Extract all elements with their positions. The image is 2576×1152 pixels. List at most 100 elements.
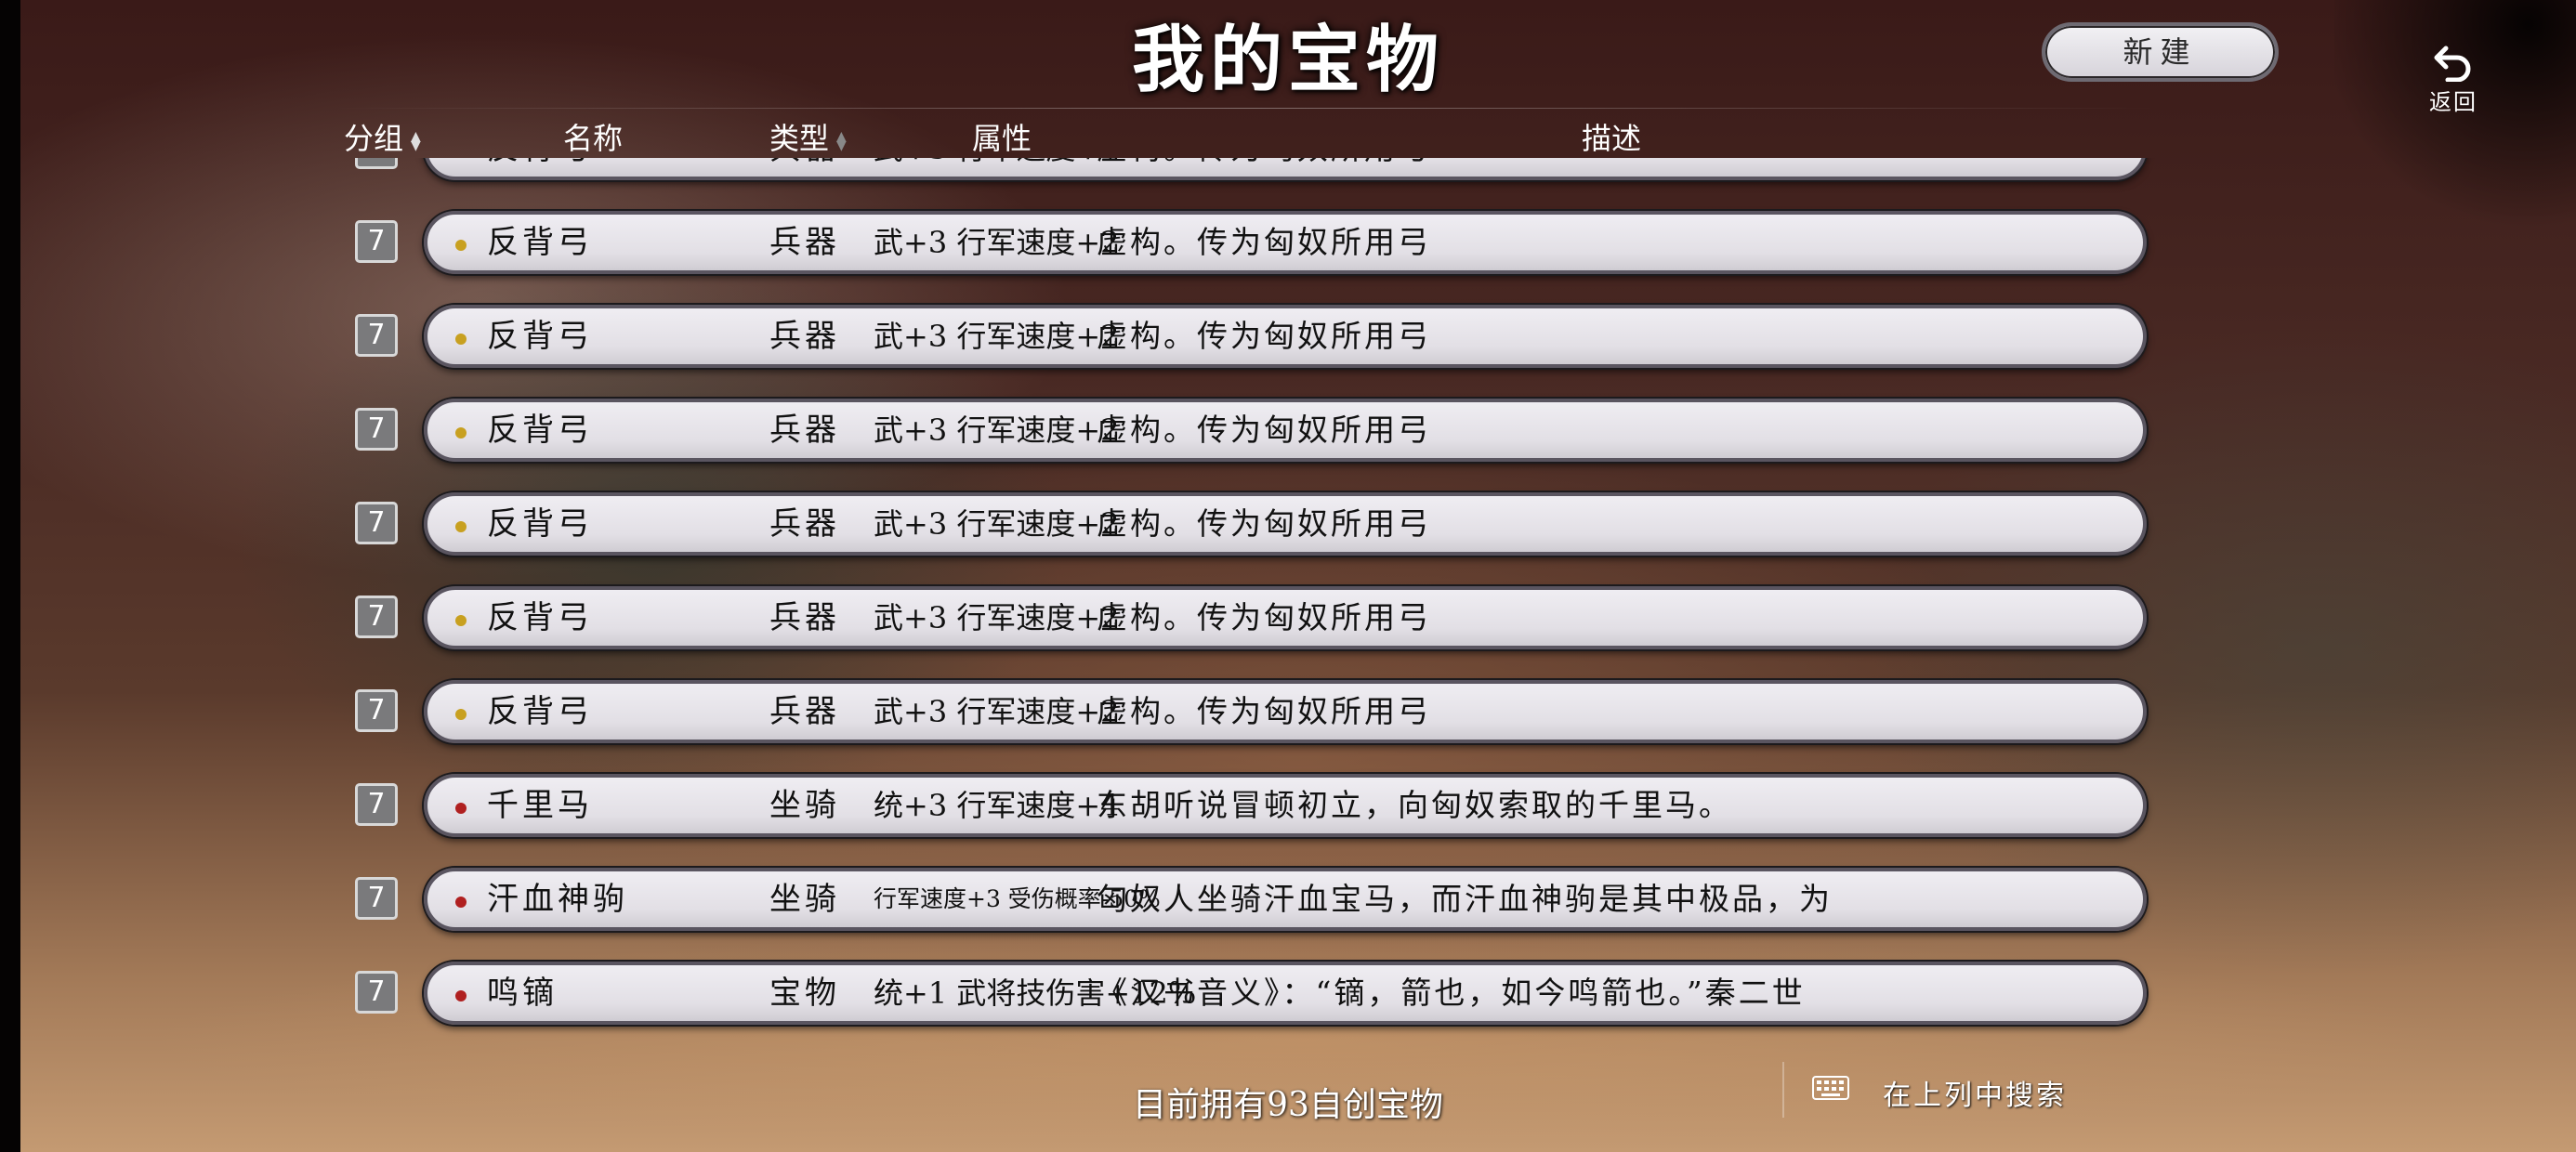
treasure-row[interactable]: 7 汗血神驹 坐骑 行军速度+3 受伤概率-50% 匈奴人坐骑汗血宝马，而汗血神驹是其中… — [335, 853, 2165, 947]
treasure-row[interactable]: 7 反背弓 兵器武+3 行军速度+2虚构。传为匈奴所用弓 — [335, 384, 2165, 478]
header-desc: 描述 — [1582, 121, 1642, 156]
item-description: 《汉书音义》：“镝，箭也，如今鸣箭也。”秦二世 — [1097, 975, 1806, 1011]
group-badge[interactable]: 7 — [355, 596, 398, 638]
item-name: 反背弓 — [487, 599, 593, 636]
item-description: 匈奴人坐骑汗血宝马，而汗血神驹是其中极品，为 — [1097, 881, 1833, 917]
rarity-dot — [455, 240, 467, 251]
treasure-item[interactable]: 千里马 坐骑 统+3 行军速度+4 东胡听说冒顿初立，向匈奴索取的千里马。 — [424, 774, 2147, 837]
treasure-count: 目前拥有93自创宝物 — [1133, 1086, 1443, 1124]
item-name: 汗血神驹 — [487, 881, 628, 918]
treasure-item[interactable]: 汗血神驹 坐骑 行军速度+3 受伤概率-50% 匈奴人坐骑汗血宝马，而汗血神驹是其中极… — [424, 868, 2147, 931]
header-group[interactable]: 分组 ▲ ▼ — [344, 115, 421, 158]
back-arrow-icon — [2434, 46, 2471, 82]
back-button[interactable]: 返回 — [2407, 37, 2500, 130]
item-description: 虚构。传为匈奴所用弓 — [1097, 599, 1431, 635]
treasure-row[interactable]: 7 反背弓 兵器 武+3 行军速度+2虚构。传为匈奴所用弓 — [335, 158, 2165, 196]
treasure-row[interactable]: 7 鸣镝 宝物 统+1 武将技伤害+12% 《汉书音义》：“镝，箭也，如今鸣箭也。”秦二… — [335, 947, 2165, 1041]
group-badge[interactable]: 7 — [355, 689, 398, 732]
header-type[interactable]: 类型 ▲ ▼ — [769, 115, 847, 158]
item-type: 兵器 — [769, 224, 840, 261]
item-name: 千里马 — [487, 787, 593, 824]
item-description: 虚构。传为匈奴所用弓 — [1097, 158, 2082, 177]
treasure-item[interactable]: 反背弓 兵器武+3 行军速度+2虚构。传为匈奴所用弓 — [424, 586, 2147, 649]
treasure-row[interactable]: 7 反背弓 兵器武+3 行军速度+2虚构。传为匈奴所用弓 — [335, 478, 2165, 571]
item-name: 反背弓 — [487, 224, 593, 261]
item-attributes: 武+3 行军速度+2 — [874, 225, 1120, 260]
search-label: 在上列中搜索 — [1883, 1080, 2067, 1112]
item-attributes: 武+3 行军速度+2 — [874, 600, 1120, 635]
treasure-item[interactable]: 反背弓 兵器武+3 行军速度+2虚构。传为匈奴所用弓 — [424, 492, 2147, 556]
treasure-row[interactable]: 7 反背弓 兵器武+3 行军速度+2虚构。传为匈奴所用弓 — [335, 290, 2165, 384]
item-description: 虚构。传为匈奴所用弓 — [1097, 318, 1431, 354]
item-type: 兵器 — [769, 412, 840, 449]
treasure-list-inner: 7 反背弓 兵器 武+3 行军速度+2 虚构。传为匈奴所用弓 7 反背弓 兵器 武+3 行军速度… — [335, 158, 2165, 1041]
header-group-label: 分组 — [344, 121, 404, 156]
group-badge[interactable]: 7 — [355, 783, 398, 826]
treasure-list[interactable]: 7 反背弓 兵器 武+3 行军速度+2 虚构。传为匈奴所用弓 7 反背弓 兵器 武+3 行军速度… — [335, 158, 2165, 1041]
treasure-item[interactable]: 反背弓 兵器武+3 行军速度+2虚构。传为匈奴所用弓 — [424, 399, 2147, 462]
treasure-row[interactable]: 7 反背弓 兵器武+3 行军速度+2虚构。传为匈奴所用弓 — [335, 196, 2165, 290]
group-badge[interactable]: 7 — [355, 314, 398, 357]
item-attributes: 武+3 行军速度+2 — [874, 319, 1120, 354]
item-type: 兵器 — [769, 693, 840, 730]
rarity-dot — [455, 897, 467, 908]
rarity-dot — [455, 334, 467, 345]
item-description: 东胡听说冒顿初立，向匈奴索取的千里马。 — [1097, 787, 1732, 823]
group-badge[interactable]: 7 — [355, 877, 398, 920]
item-name: 反背弓 — [487, 505, 593, 543]
sort-icon: ▲ ▼ — [836, 128, 847, 153]
item-attributes: 武+3 行军速度+2 — [874, 506, 1120, 542]
item-name: 反背弓 — [487, 158, 593, 177]
page-title: 我的宝物 — [1131, 18, 1444, 102]
treasure-item[interactable]: 鸣镝 宝物 统+1 武将技伤害+12% 《汉书音义》：“镝，箭也，如今鸣箭也。”秦二世 — [424, 962, 2147, 1025]
item-name: 鸣镝 — [487, 975, 558, 1012]
treasure-row[interactable]: 7 千里马 坐骑 统+3 行军速度+4 东胡听说冒顿初立，向匈奴索取的千里马。 — [335, 759, 2165, 853]
back-label: 返回 — [2429, 89, 2477, 115]
item-name: 反背弓 — [487, 318, 593, 355]
rarity-dot — [455, 990, 467, 1001]
group-badge[interactable]: 7 — [355, 971, 398, 1014]
item-name: 反背弓 — [487, 412, 593, 449]
treasure-row[interactable]: 7 反背弓 兵器武+3 行军速度+2虚构。传为匈奴所用弓 — [335, 665, 2165, 759]
new-button[interactable]: 新建 — [2042, 22, 2279, 82]
header-attr: 属性 — [972, 121, 1032, 156]
rarity-dot — [455, 615, 467, 626]
item-type: 兵器 — [769, 158, 840, 177]
rarity-dot — [455, 803, 467, 814]
group-badge[interactable]: 7 — [355, 408, 398, 451]
item-attributes: 武+3 行军速度+2 — [874, 412, 1120, 448]
treasure-item[interactable]: 反背弓 兵器武+3 行军速度+2虚构。传为匈奴所用弓 — [424, 305, 2147, 368]
search-button[interactable]: 在上列中搜索 — [1812, 1068, 2100, 1113]
item-type: 坐骑 — [769, 787, 840, 824]
item-name: 反背弓 — [487, 693, 593, 730]
item-attributes: 统+3 行军速度+4 — [874, 788, 1120, 823]
item-type: 兵器 — [769, 505, 840, 543]
item-description: 虚构。传为匈奴所用弓 — [1097, 412, 1431, 448]
item-type: 坐骑 — [769, 881, 840, 918]
treasure-row[interactable]: 7 反背弓 兵器武+3 行军速度+2虚构。传为匈奴所用弓 — [335, 571, 2165, 665]
item-type: 宝物 — [769, 975, 840, 1012]
rarity-dot — [455, 427, 467, 439]
group-badge[interactable]: 7 — [355, 220, 398, 263]
treasure-item[interactable]: 反背弓 兵器 武+3 行军速度+2虚构。传为匈奴所用弓 — [424, 158, 2147, 180]
group-badge[interactable]: 7 — [355, 158, 398, 169]
sort-icon: ▲ ▼ — [411, 128, 421, 153]
rarity-dot — [455, 521, 467, 532]
item-description: 虚构。传为匈奴所用弓 — [1097, 693, 1431, 729]
item-attributes: 武+3 行军速度+2 — [874, 694, 1120, 729]
item-type: 兵器 — [769, 318, 840, 355]
item-attributes: 武+3 行军速度+2 — [874, 158, 1120, 177]
item-type: 兵器 — [769, 599, 840, 636]
header-type-label: 类型 — [769, 121, 830, 156]
left-edge — [0, 0, 20, 1152]
item-description: 虚构。传为匈奴所用弓 — [1097, 505, 1431, 542]
table-header: 分组 ▲ ▼ 名称 类型 ▲ ▼ 属性 描述 — [335, 106, 2156, 158]
treasure-item[interactable]: 反背弓 兵器武+3 行军速度+2虚构。传为匈奴所用弓 — [424, 680, 2147, 743]
footer-divider — [1782, 1062, 1784, 1118]
group-badge[interactable]: 7 — [355, 502, 398, 544]
header-name: 名称 — [563, 121, 624, 156]
rarity-dot — [455, 709, 467, 720]
treasure-item[interactable]: 反背弓 兵器武+3 行军速度+2虚构。传为匈奴所用弓 — [424, 211, 2147, 274]
item-description: 虚构。传为匈奴所用弓 — [1097, 224, 1431, 260]
keyboard-icon — [1812, 1076, 1849, 1100]
